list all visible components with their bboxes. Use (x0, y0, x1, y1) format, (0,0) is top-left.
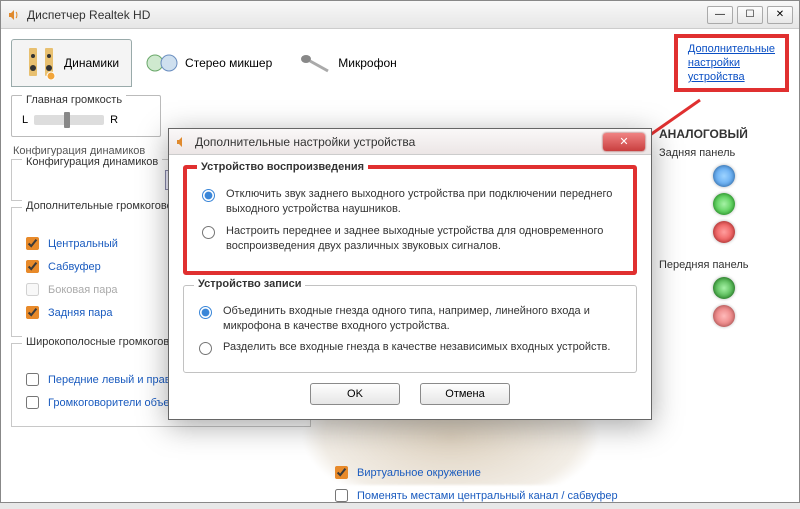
tab-stereo-mix-label: Стерео микшер (185, 56, 272, 70)
analog-panel: АНАЛОГОВЫЙ Задняя панель Передняя панель (659, 127, 789, 333)
adv-link-line2: настройки (688, 56, 775, 70)
dialog-titlebar: Дополнительные настройки устройства ✕ (169, 129, 651, 155)
tab-microphone[interactable]: Микрофон (285, 39, 409, 87)
playback-radio-2[interactable] (202, 226, 215, 239)
close-button[interactable]: ✕ (767, 6, 793, 24)
recording-radio-1[interactable] (199, 306, 212, 319)
balance-control: L R (22, 114, 150, 126)
dialog-speaker-icon (175, 135, 189, 149)
adv-link-line1: Дополнительные (688, 42, 775, 56)
microphone-icon (298, 46, 332, 80)
main-volume-fieldset: Главная громкость L R (11, 95, 161, 137)
maximize-button[interactable]: ☐ (737, 6, 763, 24)
recording-device-fieldset: Устройство записи Объединить входные гне… (183, 285, 637, 373)
stereo-mix-icon (145, 46, 179, 80)
dialog-button-row: OK Отмена (183, 383, 637, 405)
cancel-button[interactable]: Отмена (420, 383, 510, 405)
check-virtual-surround[interactable]: Виртуальное окружение (331, 463, 618, 482)
speaker-config-legend: Конфигурация динамиков (22, 156, 162, 168)
jack-rear-green[interactable] (713, 193, 735, 215)
jack-front-red[interactable] (713, 305, 735, 327)
tab-microphone-label: Микрофон (338, 56, 396, 70)
balance-left-label: L (22, 114, 28, 126)
speaker-app-icon (7, 8, 21, 22)
ok-button[interactable]: OK (310, 383, 400, 405)
dialog-title: Дополнительные настройки устройства (195, 135, 603, 149)
advanced-settings-dialog: Дополнительные настройки устройства ✕ Ус… (168, 128, 652, 420)
advanced-device-settings-link[interactable]: Дополнительные настройки устройства (674, 34, 789, 93)
main-volume-legend: Главная громкость (22, 94, 126, 106)
dialog-close-button[interactable]: ✕ (603, 133, 645, 151)
check-swap-center-sub[interactable]: Поменять местами центральный канал / саб… (331, 486, 618, 505)
playback-device-fieldset: Устройство воспроизведения Отключить зву… (183, 165, 637, 275)
playback-option-dual-stream[interactable]: Настроить переднее и заднее выходные уст… (197, 224, 623, 255)
playback-option-mute-rear[interactable]: Отключить звук заднего выходного устройс… (197, 187, 623, 218)
balance-right-label: R (110, 114, 118, 126)
adv-link-line3: устройства (688, 70, 775, 84)
bottom-checks: Виртуальное окружение Поменять местами ц… (331, 459, 618, 509)
balance-slider-thumb[interactable] (64, 112, 70, 128)
front-panel-label: Передняя панель (659, 259, 789, 271)
tab-speakers[interactable]: Динамики (11, 39, 132, 87)
tab-stereo-mix[interactable]: Стерео микшер (132, 39, 285, 87)
window-title: Диспетчер Realtek HD (27, 8, 707, 22)
jack-rear-red[interactable] (713, 221, 735, 243)
tab-speakers-label: Динамики (64, 56, 119, 70)
playback-radio-1[interactable] (202, 189, 215, 202)
device-tabs: Динамики Стерео микшер Микрофон Дополнит… (11, 39, 789, 87)
recording-radio-2[interactable] (199, 342, 212, 355)
speakers-icon (24, 46, 58, 80)
minimize-button[interactable]: — (707, 6, 733, 24)
recording-option-combine[interactable]: Объединить входные гнезда одного типа, н… (194, 304, 626, 335)
balance-slider[interactable] (34, 115, 104, 125)
recording-option-separate[interactable]: Разделить все входные гнезда в качестве … (194, 340, 626, 355)
recording-legend: Устройство записи (194, 278, 305, 290)
jack-rear-blue[interactable] (713, 165, 735, 187)
playback-legend: Устройство воспроизведения (197, 161, 368, 173)
titlebar: Диспетчер Realtek HD — ☐ ✕ (1, 1, 799, 29)
jack-front-green[interactable] (713, 277, 735, 299)
